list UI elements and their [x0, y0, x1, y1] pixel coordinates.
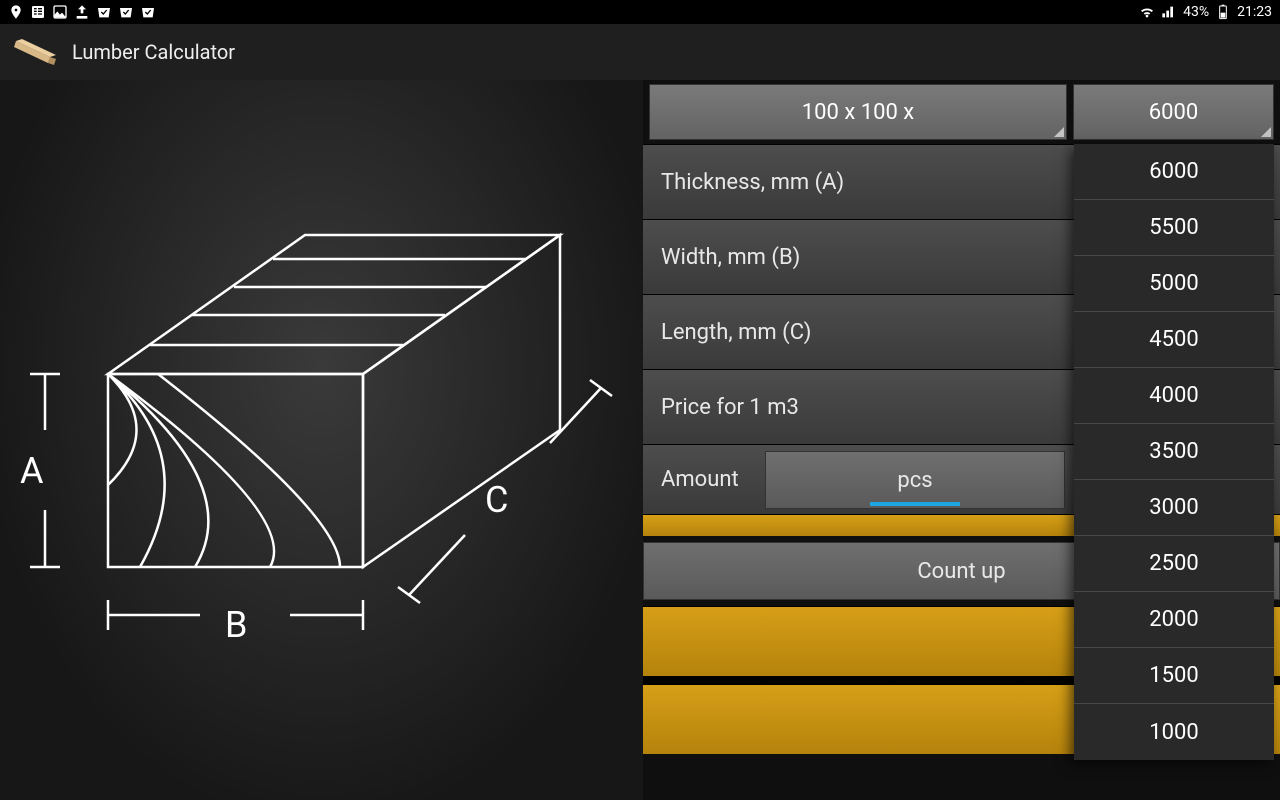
size-selector[interactable]: 100 x 100 x	[649, 84, 1067, 140]
price-label: Price for 1 m3	[643, 370, 921, 444]
length-option[interactable]: 2500	[1074, 536, 1274, 592]
check-notif-icon-2	[118, 4, 134, 20]
signal-icon	[1161, 4, 1177, 20]
length-option[interactable]: 4000	[1074, 368, 1274, 424]
diagram-label-b: B	[225, 604, 247, 646]
length-selector[interactable]: 6000	[1073, 84, 1274, 140]
app-lumber-icon	[14, 39, 58, 65]
length-label: Length, mm (C)	[643, 295, 921, 369]
unit-toggle-pcs[interactable]: pcs	[765, 451, 1065, 509]
diagram-label-a: A	[20, 450, 44, 492]
wifi-icon	[1139, 4, 1155, 20]
holo-underline	[870, 502, 960, 506]
width-label: Width, mm (B)	[643, 220, 921, 294]
check-notif-icon-3	[140, 4, 156, 20]
length-option[interactable]: 5000	[1074, 256, 1274, 312]
spinner-triangle-icon	[1261, 127, 1271, 137]
controls-pane: 100 x 100 x 6000 Thickness, mm (A) Width…	[643, 80, 1280, 800]
length-option[interactable]: 3000	[1074, 480, 1274, 536]
main-area: A B C 100 x 100 x 6000 Thickness, mm (A)…	[0, 80, 1280, 800]
status-bar-right: 43% 21:23	[1139, 4, 1272, 20]
length-option[interactable]: 1500	[1074, 648, 1274, 704]
calc-notif-icon	[30, 4, 46, 20]
amount-label: Amount	[643, 445, 759, 514]
action-bar: Lumber Calculator	[0, 24, 1280, 80]
upload-icon	[74, 4, 90, 20]
length-option[interactable]: 3500	[1074, 424, 1274, 480]
battery-pct: 43%	[1183, 4, 1209, 20]
count-up-label: Count up	[917, 559, 1005, 584]
length-selector-value: 6000	[1149, 100, 1198, 125]
size-selector-value: 100 x 100 x	[802, 100, 914, 125]
clock: 21:23	[1237, 4, 1272, 20]
app-title: Lumber Calculator	[72, 40, 235, 64]
length-option[interactable]: 6000	[1074, 144, 1274, 200]
android-status-bar: 43% 21:23	[0, 0, 1280, 24]
length-dropdown: 6000550050004500400035003000250020001500…	[1074, 144, 1274, 760]
thickness-label: Thickness, mm (A)	[643, 145, 921, 219]
lumber-diagram: A B C	[0, 80, 643, 800]
length-option[interactable]: 2000	[1074, 592, 1274, 648]
length-option[interactable]: 1000	[1074, 704, 1274, 760]
check-notif-icon	[96, 4, 112, 20]
size-selector-row: 100 x 100 x 6000	[643, 80, 1280, 144]
length-option[interactable]: 5500	[1074, 200, 1274, 256]
length-option[interactable]: 4500	[1074, 312, 1274, 368]
battery-icon	[1215, 4, 1231, 20]
diagram-label-c: C	[485, 479, 508, 521]
diagram-pane: A B C	[0, 80, 643, 800]
unit-toggle-label: pcs	[897, 468, 932, 493]
status-bar-left	[8, 4, 156, 20]
location-icon	[8, 4, 24, 20]
image-icon	[52, 4, 68, 20]
spinner-triangle-icon	[1054, 127, 1064, 137]
